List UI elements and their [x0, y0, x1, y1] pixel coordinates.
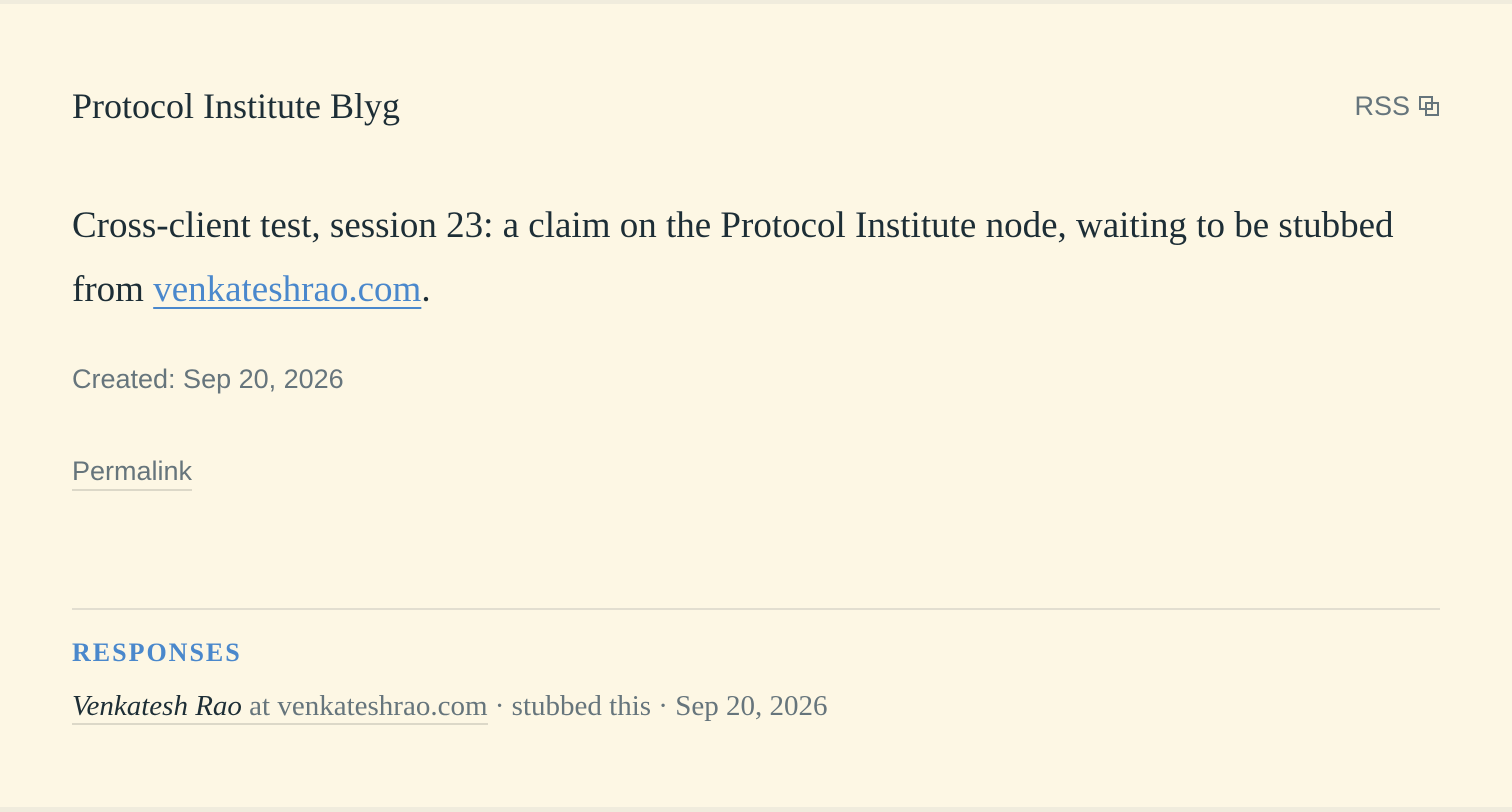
site-title-link[interactable]: Protocol Institute Blyg — [72, 84, 400, 128]
divider — [72, 608, 1440, 610]
response-source-link[interactable]: Venkatesh Rao at venkateshrao.com — [72, 690, 488, 725]
responses-heading: RESPONSES — [72, 638, 242, 667]
post-content: Cross-client test, session 23: a claim o… — [72, 194, 1440, 322]
external-link-icon — [1419, 96, 1439, 116]
response-meta: · stubbed this · Sep 20, 2026 — [487, 690, 828, 722]
site-header: Protocol Institute Blyg RSS — [72, 84, 1440, 132]
created-date: Created: Sep 20, 2026 — [72, 364, 344, 394]
response-item: Venkatesh Rao at venkateshrao.com · stub… — [72, 686, 827, 726]
rss-label: RSS — [1354, 91, 1410, 121]
response-site: at venkateshrao.com — [241, 690, 488, 722]
permalink-link[interactable]: Permalink — [72, 454, 193, 491]
post-text-end: . — [421, 269, 431, 310]
page: Protocol Institute Blyg RSS Cross-client… — [0, 4, 1512, 807]
venkateshrao-link[interactable]: venkateshrao.com — [153, 269, 421, 310]
rss-link[interactable]: RSS — [1354, 90, 1440, 122]
response-author: Venkatesh Rao — [72, 690, 242, 722]
